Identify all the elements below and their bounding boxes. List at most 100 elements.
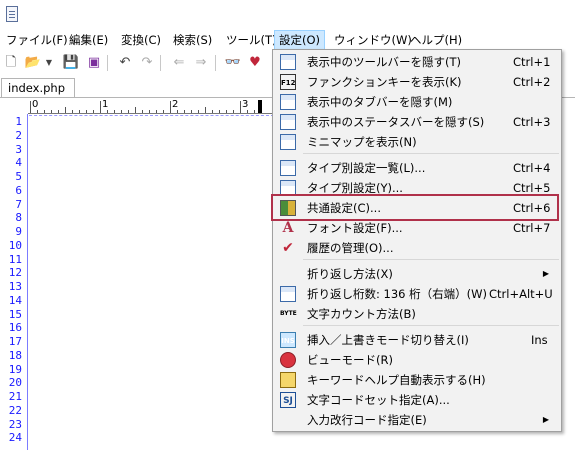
menu-file[interactable]: ファイル(F) [2, 30, 72, 50]
menu-item-18[interactable]: 入力改行コード指定(E) ▶ [275, 410, 559, 430]
menu-item-1[interactable]: 表示中のツールバーを隠す(T) Ctrl+1 [275, 52, 559, 72]
menu-search[interactable]: 検索(S) [169, 30, 216, 50]
settings-dropdown-menu: 表示中のツールバーを隠す(T) Ctrl+1 F12 ファンクションキーを表示(K) C… [272, 49, 562, 432]
menu-item-5[interactable]: ミニマップを表示(N) [275, 132, 559, 152]
menu-item-13[interactable]: BYTE 文字カウント方法(B) [275, 304, 559, 324]
menu-item-label: 折り返し桁数: 136 桁（右端）(W) [307, 287, 487, 301]
menu-bar: ファイル(F) 編集(E) 変換(C) 検索(S) ツール(T) 設定(O) ウ… [0, 30, 575, 50]
menu-item-6[interactable]: タイプ別設定一覧(L)... Ctrl+4 [275, 158, 559, 178]
view-mode-icon [280, 352, 296, 368]
menu-convert[interactable]: 変換(C) [117, 30, 165, 50]
menu-item-label: 挿入／上書きモード切り替え(I) [307, 333, 469, 347]
ruler-tick [254, 110, 255, 113]
line-number: 12 [8, 266, 22, 280]
caret-underline [29, 115, 274, 117]
ruler-tick [135, 107, 136, 113]
menu-item-16[interactable]: キーワードヘルプ自動表示する(H) [275, 370, 559, 390]
menu-separator [303, 325, 559, 326]
ruler-label: 2 [172, 99, 179, 110]
toolbar-separator [215, 55, 216, 71]
ruler-tick [198, 110, 199, 113]
line-number: 20 [8, 376, 22, 390]
menu-item-4[interactable]: 表示中のステータスバーを隠す(S) Ctrl+3 [275, 112, 559, 132]
menu-help[interactable]: ヘルプ(H) [406, 30, 466, 50]
line-number: 4 [15, 156, 22, 170]
toolbar-separator [160, 55, 161, 71]
menu-item-label: 表示中のツールバーを隠す(T) [307, 55, 461, 69]
line-number: 8 [15, 211, 22, 225]
ruler-cursor [258, 100, 262, 113]
ruler-tick [93, 110, 94, 113]
ruler-tick [114, 110, 115, 113]
menu-item-14[interactable]: INS 挿入／上書きモード切り替え(I) Ins [275, 330, 559, 350]
save-all-icon[interactable]: ▣ [85, 54, 103, 72]
menu-tools[interactable]: ツール(T) [222, 30, 281, 50]
menu-item-shortcut: Ctrl+2 [513, 75, 551, 89]
forward-icon[interactable]: ⇒ [192, 54, 210, 72]
line-number: 18 [8, 348, 22, 362]
minimap-icon [280, 134, 296, 150]
menu-window[interactable]: ウィンドウ(W) [330, 30, 416, 50]
back-icon[interactable]: ⇐ [170, 54, 188, 72]
menu-item-label: ファンクションキーを表示(K) [307, 75, 462, 89]
ruler-tick [86, 110, 87, 113]
redo-icon[interactable]: ↷ [138, 54, 156, 72]
line-number: 6 [15, 183, 22, 197]
tab-index-php[interactable]: index.php [1, 78, 75, 98]
function-keys-icon: F12 [280, 74, 296, 90]
line-number: 15 [8, 307, 22, 321]
find-icon[interactable]: 👓 [224, 54, 242, 72]
menu-item-shortcut: Ctrl+3 [513, 115, 551, 129]
ruler: 0 1 2 3 [28, 99, 278, 114]
menu-settings[interactable]: 設定(O) [274, 30, 326, 50]
ruler-tick [205, 107, 206, 113]
menu-item-17[interactable]: SJ 文字コードセット指定(A)... [275, 390, 559, 410]
ruler-tick [121, 110, 122, 113]
submenu-arrow-icon: ▶ [542, 415, 549, 424]
menu-item-9[interactable]: A フォント設定(F)... Ctrl+7 [275, 218, 559, 238]
menu-item-10[interactable]: ✔ 履歴の管理(O)... [275, 238, 559, 258]
menu-item-3[interactable]: 表示中のタブバーを隠す(M) [275, 92, 559, 112]
ruler-tick [142, 110, 143, 113]
open-dropdown-icon[interactable]: ▼ [40, 54, 58, 72]
line-number: 3 [15, 142, 22, 156]
line-number: 16 [8, 321, 22, 335]
ruler-label: 0 [32, 99, 39, 110]
menu-item-label: キーワードヘルプ自動表示する(H) [307, 373, 486, 387]
menu-item-2[interactable]: F12 ファンクションキーを表示(K) Ctrl+2 [275, 72, 559, 92]
font-icon: A [282, 220, 294, 236]
ruler-tick [128, 110, 129, 113]
menu-item-label: ミニマップを表示(N) [307, 135, 417, 149]
menu-item-label: タイプ別設定一覧(L)... [307, 161, 426, 175]
ruler-tick [100, 101, 101, 113]
menu-edit[interactable]: 編集(E) [65, 30, 112, 50]
undo-icon[interactable]: ↶ [116, 54, 134, 72]
line-number: 23 [8, 417, 22, 431]
menu-separator [303, 153, 559, 154]
ruler-tick [240, 101, 241, 113]
menu-item-label: 表示中のステータスバーを隠す(S) [307, 115, 485, 129]
menu-item-12[interactable]: 折り返し桁数: 136 桁（右端）(W) Ctrl+Alt+U [275, 284, 559, 304]
statusbar-icon [280, 114, 296, 130]
ruler-tick [149, 110, 150, 113]
byte-icon: BYTE [280, 310, 297, 317]
menu-item-15[interactable]: ビューモード(R) [275, 350, 559, 370]
ruler-tick [44, 110, 45, 113]
menu-separator [303, 259, 559, 260]
ruler-tick [79, 110, 80, 113]
ruler-label: 3 [242, 99, 249, 110]
bookmark-icon[interactable]: ♥ [246, 54, 264, 72]
menu-item-label: 文字コードセット指定(A)... [307, 393, 450, 407]
menu-item-label: 入力改行コード指定(E) [307, 413, 427, 427]
menu-item-shortcut: Ctrl+Alt+U [489, 287, 553, 301]
menu-item-label: ビューモード(R) [307, 353, 393, 367]
ruler-tick [51, 110, 52, 113]
line-number: 7 [15, 197, 22, 211]
new-file-icon[interactable]: 🗋 [2, 54, 20, 72]
menu-item-label: 表示中のタブバーを隠す(M) [307, 95, 453, 109]
save-icon[interactable]: 💾 [62, 54, 80, 72]
keyword-help-icon [280, 372, 296, 388]
ruler-tick [184, 110, 185, 113]
menu-item-label: フォント設定(F)... [307, 221, 403, 235]
menu-item-11[interactable]: 折り返し方法(X) ▶ [275, 264, 559, 284]
